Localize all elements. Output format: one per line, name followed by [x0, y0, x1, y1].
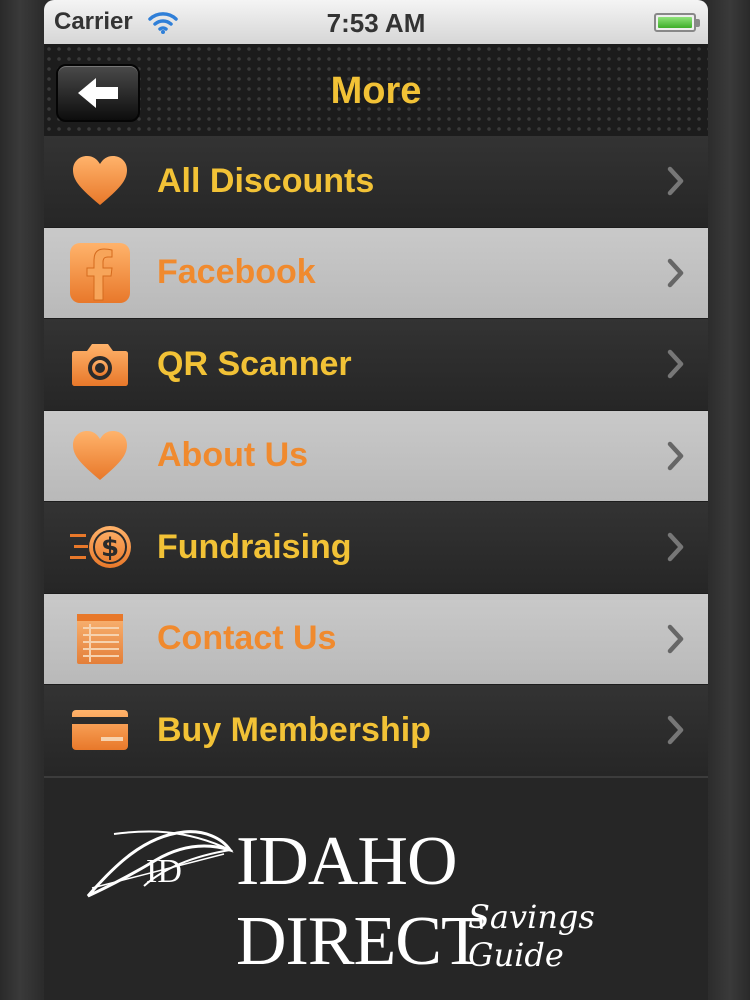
menu-item-buy-membership[interactable]: Buy Membership: [44, 685, 708, 777]
dollar-coin-icon: $: [68, 515, 132, 579]
nav-bar: More: [44, 44, 708, 136]
menu-item-about-us[interactable]: About Us: [44, 410, 708, 502]
menu-item-all-discounts[interactable]: All Discounts: [44, 136, 708, 228]
chevron-right-icon: [667, 533, 684, 562]
logo-subtitle: Savings Guide: [468, 898, 595, 974]
logo-mark: ID: [146, 853, 182, 890]
menu-item-label: Facebook: [157, 253, 316, 292]
idaho-direct-logo: ID IDAHO DIRECT Savings Guide: [84, 816, 674, 980]
logo-mark-icon: ID: [86, 830, 234, 898]
camera-icon: [68, 332, 132, 396]
svg-text:$: $: [101, 533, 119, 563]
footer: ID IDAHO DIRECT Savings Guide: [44, 776, 708, 1000]
menu-item-qr-scanner[interactable]: QR Scanner: [44, 319, 708, 411]
menu-item-label: Buy Membership: [157, 710, 431, 749]
status-bar: Carrier 7:53 AM: [44, 0, 708, 44]
menu-item-label: About Us: [157, 436, 309, 475]
menu-item-label: Contact Us: [157, 619, 337, 658]
menu-item-fundraising[interactable]: $ Fundraising: [44, 502, 708, 594]
phone-frame: Carrier 7:53 AM More All Discounts Faceb…: [0, 0, 750, 1000]
menu-item-label: All Discounts: [157, 161, 375, 200]
menu-item-label: Fundraising: [157, 527, 352, 566]
heart-icon: [68, 424, 132, 488]
chevron-right-icon: [667, 258, 684, 287]
battery-icon: [654, 13, 700, 32]
chevron-right-icon: [667, 624, 684, 653]
menu-item-label: QR Scanner: [157, 344, 352, 383]
menu-item-contact-us[interactable]: Contact Us: [44, 593, 708, 685]
chevron-right-icon: [667, 716, 684, 745]
heart-icon: [68, 149, 132, 213]
clock: 7:53 AM: [326, 8, 426, 38]
facebook-icon: [68, 241, 132, 305]
membership-card-icon: [68, 698, 132, 762]
chevron-right-icon: [667, 167, 684, 196]
menu-list: All Discounts Facebook QR Scanner About …: [44, 136, 708, 777]
chevron-right-icon: [667, 441, 684, 470]
chevron-right-icon: [667, 350, 684, 379]
menu-item-facebook[interactable]: Facebook: [44, 227, 708, 319]
notepad-icon: [68, 607, 132, 671]
screen: Carrier 7:53 AM More All Discounts Faceb…: [44, 0, 708, 1000]
page-title: More: [330, 70, 422, 112]
